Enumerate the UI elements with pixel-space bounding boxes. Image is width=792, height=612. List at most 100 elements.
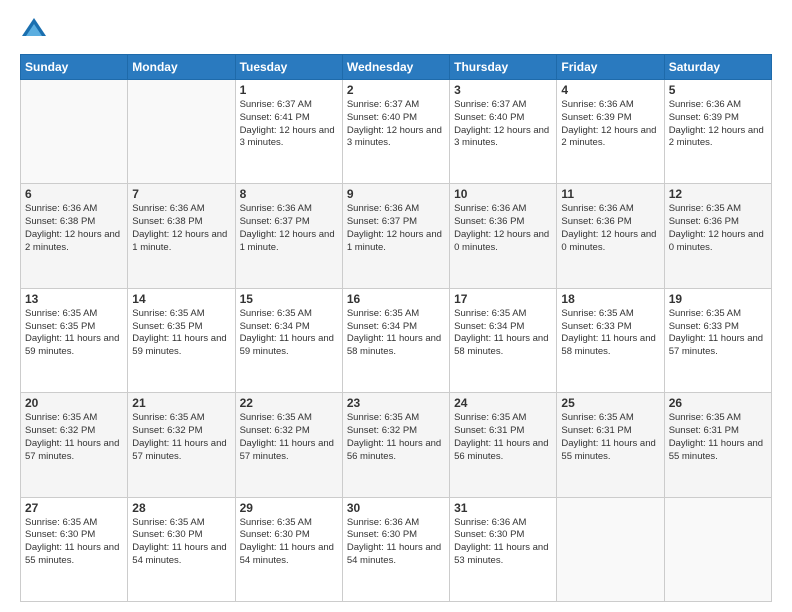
day-info: Sunrise: 6:35 AM Sunset: 6:31 PM Dayligh… <box>669 412 767 463</box>
logo-icon <box>20 16 48 44</box>
day-number: 31 <box>454 501 552 515</box>
day-info: Sunrise: 6:37 AM Sunset: 6:40 PM Dayligh… <box>347 99 445 150</box>
day-number: 18 <box>561 292 659 306</box>
calendar-cell: 17Sunrise: 6:35 AM Sunset: 6:34 PM Dayli… <box>450 288 557 392</box>
day-number: 15 <box>240 292 338 306</box>
calendar-cell: 23 Sunrise: 6:35 AM Sunset: 6:32 PM Dayli… <box>342 393 449 497</box>
calendar-day-header: Wednesday <box>342 55 449 80</box>
calendar-cell: 13Sunrise: 6:35 AM Sunset: 6:35 PM Dayli… <box>21 288 128 392</box>
calendar-cell <box>21 80 128 184</box>
day-number: 13 <box>25 292 123 306</box>
calendar-cell: 8 Sunrise: 6:36 AM Sunset: 6:37 PM Daylig… <box>235 184 342 288</box>
calendar-day-header: Thursday <box>450 55 557 80</box>
calendar-week-row: 20 Sunrise: 6:35 AM Sunset: 6:32 PM Dayli… <box>21 393 772 497</box>
day-number: 16 <box>347 292 445 306</box>
calendar-header-row: SundayMondayTuesdayWednesdayThursdayFrid… <box>21 55 772 80</box>
calendar-cell: 1 Sunrise: 6:37 AM Sunset: 6:41 PM Daylig… <box>235 80 342 184</box>
calendar-cell: 14 Sunrise: 6:35 AM Sunset: 6:35 PM Dayli… <box>128 288 235 392</box>
day-number: 26 <box>669 396 767 410</box>
calendar-cell: 2 Sunrise: 6:37 AM Sunset: 6:40 PM Daylig… <box>342 80 449 184</box>
day-number: 29 <box>240 501 338 515</box>
day-info: Sunrise: 6:37 AM Sunset: 6:40 PM Dayligh… <box>454 99 552 150</box>
day-info: Sunrise: 6:37 AM Sunset: 6:41 PM Dayligh… <box>240 99 338 150</box>
day-number: 25 <box>561 396 659 410</box>
day-number: 10 <box>454 187 552 201</box>
day-info: Sunrise: 6:35 AM Sunset: 6:32 PM Dayligh… <box>240 412 338 463</box>
calendar-cell: 6Sunrise: 6:36 AM Sunset: 6:38 PM Daylig… <box>21 184 128 288</box>
day-info: Sunrise: 6:36 AM Sunset: 6:39 PM Dayligh… <box>669 99 767 150</box>
day-number: 17 <box>454 292 552 306</box>
day-number: 7 <box>132 187 230 201</box>
day-info: Sunrise: 6:35 AM Sunset: 6:32 PM Dayligh… <box>132 412 230 463</box>
day-info: Sunrise: 6:35 AM Sunset: 6:34 PM Dayligh… <box>240 308 338 359</box>
day-number: 24 <box>454 396 552 410</box>
page: SundayMondayTuesdayWednesdayThursdayFrid… <box>0 0 792 612</box>
calendar-cell: 12 Sunrise: 6:35 AM Sunset: 6:36 PM Dayli… <box>664 184 771 288</box>
calendar-cell: 5Sunrise: 6:36 AM Sunset: 6:39 PM Daylig… <box>664 80 771 184</box>
day-number: 23 <box>347 396 445 410</box>
day-number: 20 <box>25 396 123 410</box>
calendar-cell: 11 Sunrise: 6:36 AM Sunset: 6:36 PM Dayli… <box>557 184 664 288</box>
day-number: 3 <box>454 83 552 97</box>
calendar-cell: 21 Sunrise: 6:35 AM Sunset: 6:32 PM Dayli… <box>128 393 235 497</box>
calendar-cell: 16 Sunrise: 6:35 AM Sunset: 6:34 PM Dayli… <box>342 288 449 392</box>
calendar-week-row: 6 Sunrise: 6:36 AM Sunset: 6:38 PM Daylig… <box>21 184 772 288</box>
calendar-cell: 9Sunrise: 6:36 AM Sunset: 6:37 PM Daylig… <box>342 184 449 288</box>
calendar-cell: 15 Sunrise: 6:35 AM Sunset: 6:34 PM Dayli… <box>235 288 342 392</box>
calendar-cell: 19Sunrise: 6:35 AM Sunset: 6:33 PM Dayli… <box>664 288 771 392</box>
day-number: 1 <box>240 83 338 97</box>
calendar-cell: 24 Sunrise: 6:35 AM Sunset: 6:31 PM Dayli… <box>450 393 557 497</box>
day-info: Sunrise: 6:35 AM Sunset: 6:34 PM Dayligh… <box>347 308 445 359</box>
day-info: Sunrise: 6:36 AM Sunset: 6:36 PM Dayligh… <box>454 203 552 254</box>
day-number: 30 <box>347 501 445 515</box>
logo <box>20 16 52 44</box>
day-number: 12 <box>669 187 767 201</box>
day-info: Sunrise: 6:35 AM Sunset: 6:30 PM Dayligh… <box>240 517 338 568</box>
day-info: Sunrise: 6:36 AM Sunset: 6:36 PM Dayligh… <box>561 203 659 254</box>
calendar-cell: 28 Sunrise: 6:35 AM Sunset: 6:30 PM Dayli… <box>128 497 235 601</box>
calendar-day-header: Monday <box>128 55 235 80</box>
calendar-day-header: Friday <box>557 55 664 80</box>
day-number: 11 <box>561 187 659 201</box>
day-number: 9 <box>347 187 445 201</box>
day-number: 21 <box>132 396 230 410</box>
calendar-table: SundayMondayTuesdayWednesdayThursdayFrid… <box>20 54 772 602</box>
day-info: Sunrise: 6:35 AM Sunset: 6:33 PM Dayligh… <box>561 308 659 359</box>
calendar-cell: 22 Sunrise: 6:35 AM Sunset: 6:32 PM Dayli… <box>235 393 342 497</box>
day-info: Sunrise: 6:35 AM Sunset: 6:31 PM Dayligh… <box>561 412 659 463</box>
day-info: Sunrise: 6:35 AM Sunset: 6:32 PM Dayligh… <box>25 412 123 463</box>
day-info: Sunrise: 6:36 AM Sunset: 6:30 PM Dayligh… <box>347 517 445 568</box>
day-info: Sunrise: 6:35 AM Sunset: 6:30 PM Dayligh… <box>132 517 230 568</box>
day-number: 2 <box>347 83 445 97</box>
calendar-cell: 31Sunrise: 6:36 AM Sunset: 6:30 PM Dayli… <box>450 497 557 601</box>
day-info: Sunrise: 6:35 AM Sunset: 6:33 PM Dayligh… <box>669 308 767 359</box>
day-number: 27 <box>25 501 123 515</box>
calendar-day-header: Tuesday <box>235 55 342 80</box>
day-number: 28 <box>132 501 230 515</box>
calendar-cell: 30 Sunrise: 6:36 AM Sunset: 6:30 PM Dayli… <box>342 497 449 601</box>
calendar-cell: 29 Sunrise: 6:35 AM Sunset: 6:30 PM Dayli… <box>235 497 342 601</box>
day-info: Sunrise: 6:36 AM Sunset: 6:38 PM Dayligh… <box>132 203 230 254</box>
day-number: 22 <box>240 396 338 410</box>
day-info: Sunrise: 6:35 AM Sunset: 6:30 PM Dayligh… <box>25 517 123 568</box>
day-number: 8 <box>240 187 338 201</box>
calendar-cell <box>664 497 771 601</box>
calendar-week-row: 1 Sunrise: 6:37 AM Sunset: 6:41 PM Daylig… <box>21 80 772 184</box>
day-info: Sunrise: 6:35 AM Sunset: 6:36 PM Dayligh… <box>669 203 767 254</box>
calendar-cell: 3 Sunrise: 6:37 AM Sunset: 6:40 PM Daylig… <box>450 80 557 184</box>
header <box>20 16 772 44</box>
calendar-week-row: 13 Sunrise: 6:35 AM Sunset: 6:35 PM Dayli… <box>21 288 772 392</box>
calendar-cell <box>128 80 235 184</box>
calendar-cell: 27 Sunrise: 6:35 AM Sunset: 6:30 PM Dayli… <box>21 497 128 601</box>
calendar-cell <box>557 497 664 601</box>
day-info: Sunrise: 6:36 AM Sunset: 6:37 PM Dayligh… <box>240 203 338 254</box>
day-info: Sunrise: 6:35 AM Sunset: 6:35 PM Dayligh… <box>132 308 230 359</box>
day-info: Sunrise: 6:35 AM Sunset: 6:32 PM Dayligh… <box>347 412 445 463</box>
day-number: 4 <box>561 83 659 97</box>
calendar-cell: 18 Sunrise: 6:35 AM Sunset: 6:33 PM Dayli… <box>557 288 664 392</box>
day-info: Sunrise: 6:35 AM Sunset: 6:31 PM Dayligh… <box>454 412 552 463</box>
day-number: 14 <box>132 292 230 306</box>
calendar-cell: 26 Sunrise: 6:35 AM Sunset: 6:31 PM Dayli… <box>664 393 771 497</box>
calendar-day-header: Sunday <box>21 55 128 80</box>
day-number: 6 <box>25 187 123 201</box>
